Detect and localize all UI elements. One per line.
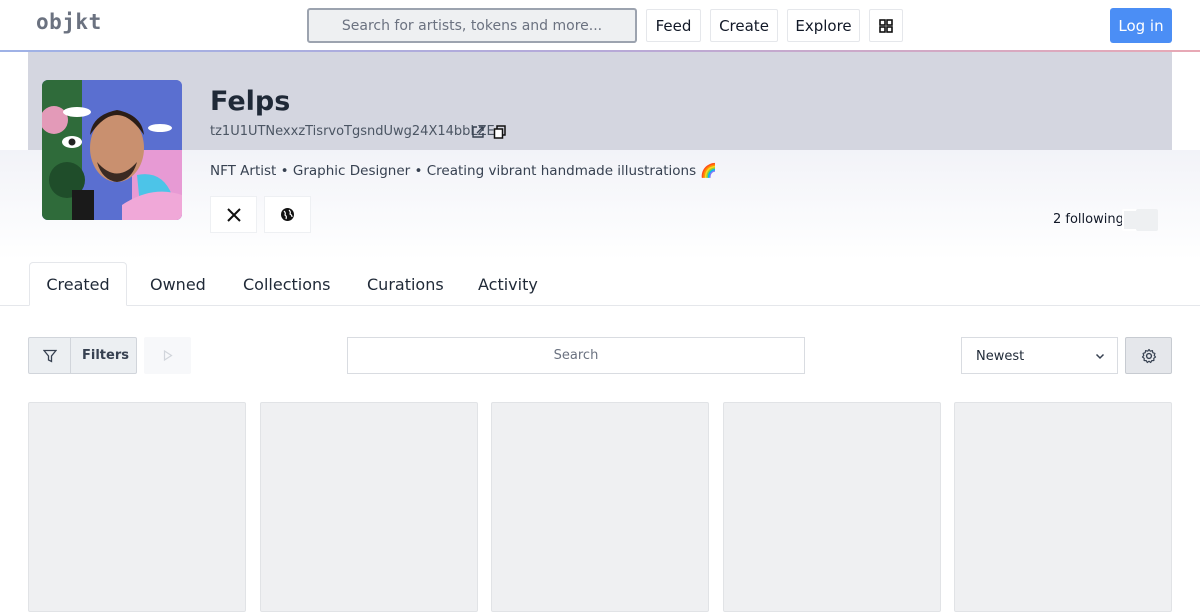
token-card[interactable] [491, 402, 709, 612]
apps-grid-button[interactable] [869, 9, 903, 42]
profile-bio: NFT Artist • Graphic Designer • Creating… [210, 163, 718, 179]
wallet-address: tz1U1UTNexxzTisrvoTgsndUwg24X14bbLZE [210, 124, 495, 139]
tab-curations[interactable]: Curations [367, 262, 444, 306]
feed-button[interactable]: Feed [646, 9, 701, 42]
chevron-down-icon [1095, 353, 1105, 360]
global-search-input[interactable] [307, 8, 637, 43]
sort-select[interactable]: Newest [961, 337, 1118, 374]
copy-icon[interactable] [493, 125, 507, 139]
avatar [42, 80, 182, 220]
globe-icon [281, 208, 294, 221]
play-icon [163, 350, 173, 361]
website-link-button[interactable] [264, 196, 311, 233]
token-card[interactable] [28, 402, 246, 612]
token-card[interactable] [954, 402, 1172, 612]
gear-icon [1141, 348, 1156, 363]
sort-selected-value: Newest [976, 349, 1025, 364]
follower-avatar[interactable] [1136, 209, 1158, 231]
create-button[interactable]: Create [710, 9, 778, 42]
filters-label: Filters [82, 348, 129, 363]
explore-button[interactable]: Explore [787, 9, 860, 42]
x-icon [226, 207, 241, 222]
filters-button[interactable]: Filters [28, 337, 137, 374]
filter-icon [42, 349, 57, 363]
token-card[interactable] [723, 402, 941, 612]
profile-name: Felps [210, 86, 291, 117]
play-button[interactable] [144, 337, 191, 374]
profile-banner [28, 52, 1172, 150]
logo[interactable]: objkt [36, 10, 102, 34]
grid-icon [879, 18, 893, 33]
tab-collections[interactable]: Collections [243, 262, 330, 306]
login-button[interactable]: Log in [1110, 8, 1172, 43]
token-card[interactable] [260, 402, 478, 612]
content-search-input[interactable] [347, 337, 805, 374]
twitter-link-button[interactable] [210, 196, 257, 233]
tab-activity[interactable]: Activity [478, 262, 538, 306]
following-count[interactable]: 2 following [1053, 212, 1124, 227]
settings-button[interactable] [1125, 337, 1172, 374]
external-link-icon[interactable] [471, 125, 485, 139]
filter-icon-box [29, 338, 71, 373]
tab-created[interactable]: Created [29, 262, 127, 306]
top-navigation: objkt Feed Create Explore Log in [0, 0, 1200, 51]
tab-owned[interactable]: Owned [150, 262, 206, 306]
